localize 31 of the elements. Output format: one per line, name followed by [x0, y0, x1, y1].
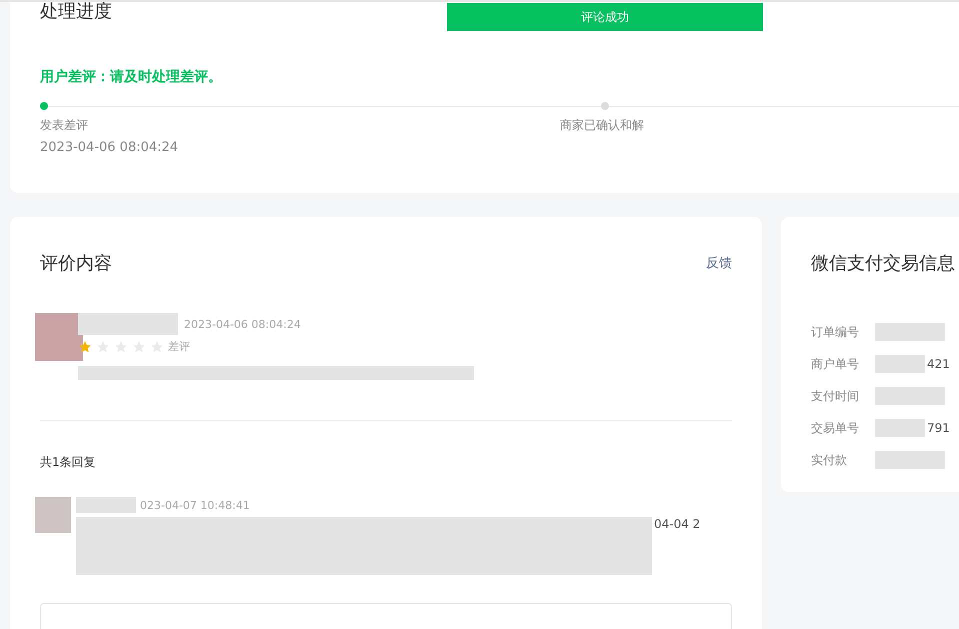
card-title: 评价内容 — [40, 252, 112, 275]
redacted-block — [76, 497, 136, 513]
comment-time: 2023-04-06 08:04:24 — [184, 318, 301, 330]
card-title: 微信支付交易信息 — [811, 252, 956, 275]
field-value-fragment: 421 — [927, 357, 950, 371]
step-label: 商家已确认和解 — [560, 117, 645, 134]
reply-input-field[interactable] — [40, 603, 732, 629]
reply-time: 023-04-07 10:48:41 — [140, 498, 250, 512]
avatar — [35, 497, 71, 533]
redacted-block — [875, 355, 925, 373]
redacted-block — [875, 419, 925, 437]
redacted-block — [875, 387, 945, 405]
reply-text-fragment: 04-04 2 — [654, 517, 700, 531]
redacted-block — [875, 451, 945, 469]
star-icon — [78, 340, 92, 354]
rating-label: 差评 — [168, 339, 190, 354]
field-value-fragment: 791 — [927, 421, 950, 435]
field-label: 商户单号 — [811, 356, 860, 372]
field-label: 支付时间 — [811, 388, 860, 404]
reply-count: 共1条回复 — [40, 454, 97, 471]
step-time: 2023-04-06 08:04:24 — [40, 140, 180, 155]
success-banner: 评论成功 — [447, 3, 763, 31]
feedback-link[interactable]: 反馈 — [706, 254, 732, 272]
field-label: 订单编号 — [811, 324, 860, 340]
avatar — [35, 313, 83, 361]
section-title: 处理进度 — [40, 2, 112, 22]
field-label: 交易单号 — [811, 420, 860, 436]
field-label: 实付款 — [811, 452, 848, 468]
redacted-block — [875, 323, 945, 341]
step-label: 发表差评 — [40, 117, 89, 134]
notice-text: 用户差评：请及时处理差评。 — [40, 68, 223, 86]
